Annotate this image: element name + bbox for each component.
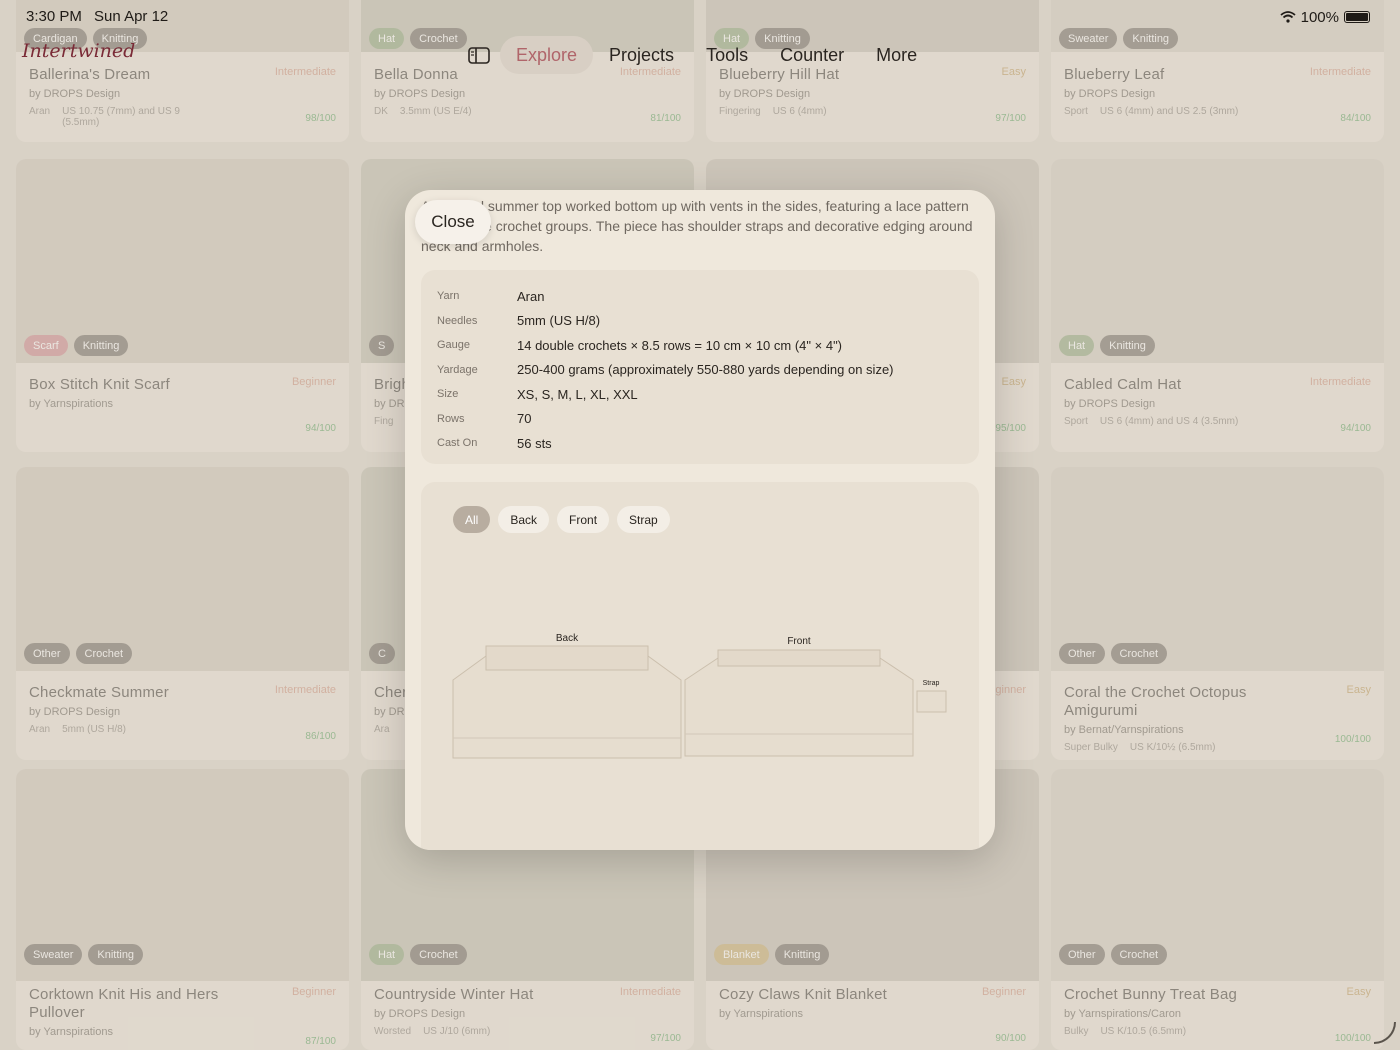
spec-key: Size	[437, 388, 459, 401]
back-piece[interactable]: Back	[452, 633, 682, 759]
spec-row: Needles 5mm (US H/8)	[437, 309, 963, 334]
tab-explore[interactable]: Explore	[500, 36, 594, 74]
tab-projects[interactable]: Projects	[593, 36, 690, 74]
spec-row: Cast On 56 sts	[437, 431, 963, 456]
spec-value: Aran	[517, 288, 545, 304]
pattern-description: A textured summer top worked bottom up w…	[421, 198, 973, 254]
sidebar-icon	[468, 46, 490, 64]
app-logo: Intertwined	[22, 40, 136, 62]
spec-row: Yarn Aran	[437, 284, 963, 309]
spec-key: Yardage	[437, 363, 478, 376]
front-piece[interactable]: Front	[684, 636, 914, 757]
spec-key: Needles	[437, 314, 478, 327]
status-bar: 3:30 PM Sun Apr 12 100%	[26, 8, 1370, 26]
spec-row: Rows 70	[437, 407, 963, 432]
spec-value: 56 sts	[517, 435, 552, 451]
spec-key: Rows	[437, 412, 465, 425]
tab-tools[interactable]: Tools	[690, 36, 764, 74]
strap-piece[interactable]: Strap	[916, 680, 947, 713]
spec-row: Size XS, S, M, L, XL, XXL	[437, 382, 963, 407]
pattern-detail-modal: A textured summer top worked bottom up w…	[405, 190, 995, 850]
sidebar-toggle-button[interactable]	[458, 38, 500, 72]
spec-key: Cast On	[437, 437, 478, 450]
spec-row: Gauge 14 double crochets × 8.5 rows = 10 …	[437, 333, 963, 358]
spec-row: Yardage 250-400 grams (approximately 550-…	[437, 358, 963, 383]
front-piece-label: Front	[787, 636, 811, 647]
battery-percent: 100%	[1300, 8, 1339, 26]
spec-value: 14 double crochets × 8.5 rows = 10 cm × …	[517, 337, 843, 353]
spec-table: Yarn Aran Needles 5mm (US H/8) Gauge 14 dou…	[421, 270, 979, 464]
tab-counter[interactable]: Counter	[764, 36, 860, 74]
spec-key: Gauge	[437, 339, 471, 352]
spec-value: 250-400 grams (approximately 550-880 yar…	[517, 362, 894, 378]
back-piece-label: Back	[556, 633, 579, 644]
close-button[interactable]: Close	[415, 200, 491, 244]
battery-icon	[1344, 11, 1370, 23]
status-date: Sun Apr 12	[94, 8, 169, 25]
top-nav: Explore Projects Tools Counter More	[450, 34, 941, 76]
spec-key: Yarn	[437, 290, 460, 303]
spec-value: 70	[517, 411, 532, 427]
spec-value: 5mm (US H/8)	[517, 313, 601, 329]
schematic-panel: All Back Front Strap Back Front Strap	[421, 482, 979, 850]
tab-more[interactable]: More	[860, 36, 933, 74]
status-time: 3:30 PM	[26, 8, 82, 25]
spec-value: XS, S, M, L, XL, XXL	[517, 386, 638, 402]
strap-piece-label: Strap	[923, 680, 940, 687]
schematic-drawing: Back Front Strap	[452, 633, 947, 759]
wifi-icon	[1280, 11, 1296, 23]
